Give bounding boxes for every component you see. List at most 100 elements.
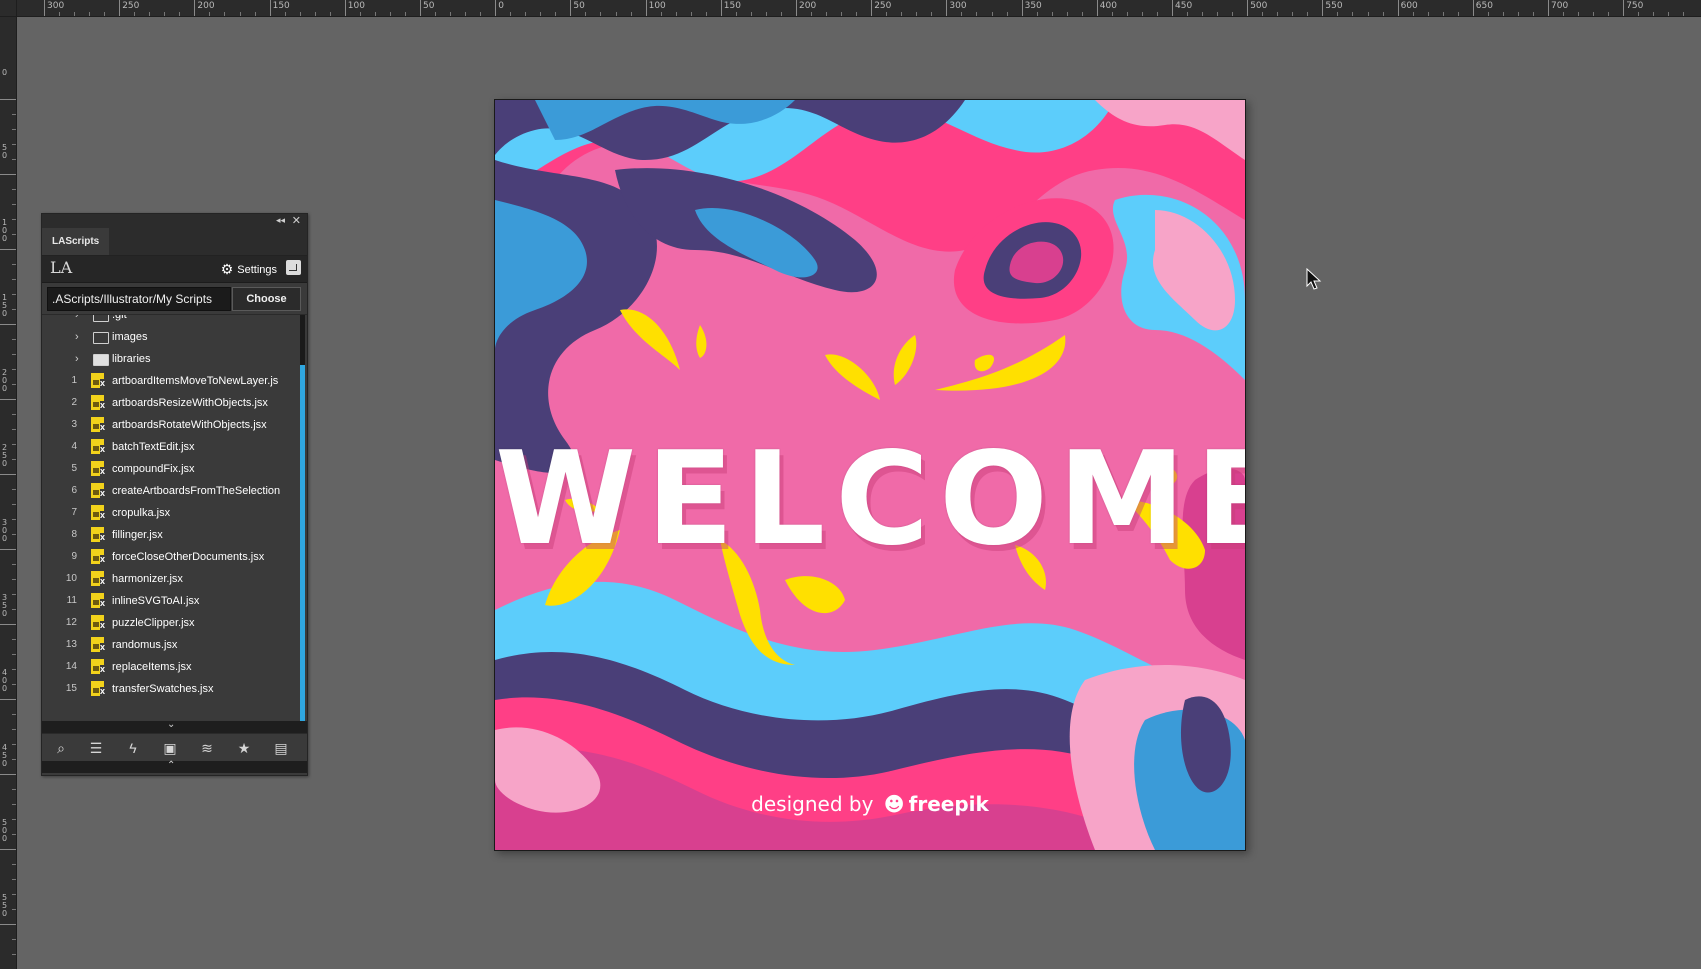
script-row[interactable]: 4 batchTextEdit.jsx xyxy=(42,436,297,458)
ruler-major-tick xyxy=(495,0,497,16)
script-row[interactable]: 14 replaceItems.jsx xyxy=(42,656,297,678)
chevron-right-icon[interactable]: › xyxy=(75,326,79,348)
script-row[interactable]: 10 harmonizer.jsx xyxy=(42,568,297,590)
chevron-up-icon[interactable]: ⌃ xyxy=(167,760,175,771)
folder-row[interactable]: › images xyxy=(42,326,297,348)
credit-brand: freepik xyxy=(908,792,989,816)
settings-button[interactable]: ⚙ Settings xyxy=(221,261,277,278)
chevron-down-icon[interactable]: ⌄ xyxy=(167,719,175,730)
ruler-minor-tick xyxy=(1532,12,1534,16)
artboard[interactable]: WELCOME designed by ☻ freepik xyxy=(494,99,1246,851)
lascripts-panel[interactable]: ◂◂ ✕ LAScripts LA ⚙ Settings .AScripts/Il… xyxy=(41,213,308,776)
ruler-tick-label: 100 xyxy=(347,1,365,11)
script-row[interactable]: 2 artboardsResizeWithObjects.jsx xyxy=(42,392,297,414)
mouse-pointer-icon xyxy=(1306,268,1322,290)
script-row[interactable]: 15 transferSwatches.jsx xyxy=(42,678,297,700)
ruler-minor-tick xyxy=(1367,12,1369,16)
panel-tab-bar: LAScripts xyxy=(42,228,307,256)
ruler-major-tick xyxy=(0,924,16,925)
jsx-file-icon xyxy=(91,615,106,630)
jsx-file-icon xyxy=(91,461,106,476)
script-row[interactable]: 9 forceCloseOtherDocuments.jsx xyxy=(42,546,297,568)
script-row[interactable]: 8 fillinger.jsx xyxy=(42,524,297,546)
ruler-tick-label: 250 xyxy=(874,1,892,11)
script-row[interactable]: 5 compoundFix.jsx xyxy=(42,458,297,480)
ruler-minor-tick xyxy=(12,654,16,655)
script-row[interactable]: 12 puzzleClipper.jsx xyxy=(42,612,297,634)
ruler-origin[interactable] xyxy=(0,0,17,17)
ruler-minor-tick xyxy=(1307,12,1309,16)
ruler-major-tick xyxy=(0,549,16,550)
ruler-minor-tick xyxy=(12,534,16,535)
script-icon[interactable]: ▣ xyxy=(160,739,180,757)
ruler-tick-label: 150 xyxy=(723,1,741,11)
panel-footer-toolbar: ⌕ ☰ ϟ ▣ ≋ ★ ▤ xyxy=(42,733,307,762)
ruler-minor-tick xyxy=(224,12,226,16)
choose-button[interactable]: Choose xyxy=(232,287,301,311)
ruler-minor-tick xyxy=(1502,12,1504,16)
ruler-minor-tick xyxy=(1202,12,1204,16)
layers-icon[interactable]: ≋ xyxy=(197,739,217,757)
horizontal-ruler[interactable]: 300 250 200 150 100 50 0 50 100 150 200 250 300 350 40… xyxy=(0,0,1701,17)
scrollbar-thumb[interactable] xyxy=(300,315,305,722)
folder-row[interactable]: › .git xyxy=(42,315,297,326)
ruler-minor-tick xyxy=(12,339,16,340)
ruler-minor-tick xyxy=(284,12,286,16)
jsx-file-icon xyxy=(91,373,106,388)
ruler-minor-tick xyxy=(1156,12,1158,16)
panel-bottom-strip[interactable]: ⌃ xyxy=(42,760,307,773)
chevron-right-icon[interactable]: › xyxy=(75,348,79,370)
ruler-minor-tick xyxy=(675,12,677,16)
ruler-tick-label: 550 xyxy=(1,893,8,918)
ruler-minor-tick xyxy=(1442,12,1444,16)
ruler-major-tick xyxy=(0,174,16,175)
ruler-minor-tick xyxy=(1683,12,1685,16)
ruler-tick-label: 200 xyxy=(1,368,8,393)
script-row[interactable]: 6 createArtboardsFromTheSelection xyxy=(42,480,297,502)
script-row[interactable]: 11 inlineSVGToAI.jsx xyxy=(42,590,297,612)
ruler-minor-tick xyxy=(886,12,888,16)
script-row[interactable]: 3 artboardsRotateWithObjects.jsx xyxy=(42,414,297,436)
ruler-minor-tick xyxy=(59,12,61,16)
vertical-ruler[interactable]: 0 50 100 150 200 250 300 350 400 450 500 550 xyxy=(0,0,17,969)
scripts-path-field[interactable]: .AScripts/Illustrator/My Scripts xyxy=(47,287,231,311)
ruler-minor-tick xyxy=(359,12,361,16)
search-icon[interactable]: ⌕ xyxy=(51,739,71,757)
script-row[interactable]: 1 artboardItemsMoveToNewLayer.js xyxy=(42,370,297,392)
tab-lascripts[interactable]: LAScripts xyxy=(42,228,110,255)
ruler-tick-label: 450 xyxy=(1175,1,1193,11)
export-icon[interactable] xyxy=(286,260,301,275)
ruler-minor-tick xyxy=(976,12,978,16)
scripts-list[interactable]: › .git › images › libraries 1 artboardItemsMove… xyxy=(42,314,307,722)
ruler-major-tick xyxy=(0,324,16,325)
list-footer-strip[interactable]: ⌄ xyxy=(42,719,307,733)
script-number: 6 xyxy=(71,485,77,496)
ruler-minor-tick xyxy=(149,12,151,16)
ruler-minor-tick xyxy=(179,12,181,16)
ruler-tick-label: 400 xyxy=(1,668,8,693)
ruler-tick-label: 400 xyxy=(1099,1,1117,11)
list-icon[interactable]: ☰ xyxy=(86,739,106,757)
ruler-tick-label: 50 xyxy=(423,1,435,11)
close-icon[interactable]: ✕ xyxy=(292,214,301,227)
script-number: 8 xyxy=(71,529,77,540)
script-row[interactable]: 13 randomus.jsx xyxy=(42,634,297,656)
script-name: createArtboardsFromTheSelection xyxy=(112,485,281,497)
star-icon[interactable]: ★ xyxy=(234,739,254,757)
panel-titlebar[interactable]: ◂◂ ✕ xyxy=(42,214,307,228)
folder-row[interactable]: › libraries xyxy=(42,348,297,370)
ruler-minor-tick xyxy=(12,894,16,895)
linkedin-icon[interactable]: ▤ xyxy=(271,739,291,757)
chevron-right-icon[interactable]: › xyxy=(75,315,79,326)
ruler-minor-tick xyxy=(74,12,76,16)
ruler-minor-tick xyxy=(12,279,16,280)
script-row[interactable]: 7 cropulka.jsx xyxy=(42,502,297,524)
jsx-file-icon xyxy=(91,681,106,696)
lightning-icon[interactable]: ϟ xyxy=(123,739,143,757)
ruler-minor-tick xyxy=(600,12,602,16)
ruler-minor-tick xyxy=(1277,12,1279,16)
ruler-major-tick xyxy=(0,249,16,250)
ruler-minor-tick xyxy=(329,12,331,16)
collapse-panel-icon[interactable]: ◂◂ xyxy=(276,215,285,226)
ruler-minor-tick xyxy=(931,12,933,16)
